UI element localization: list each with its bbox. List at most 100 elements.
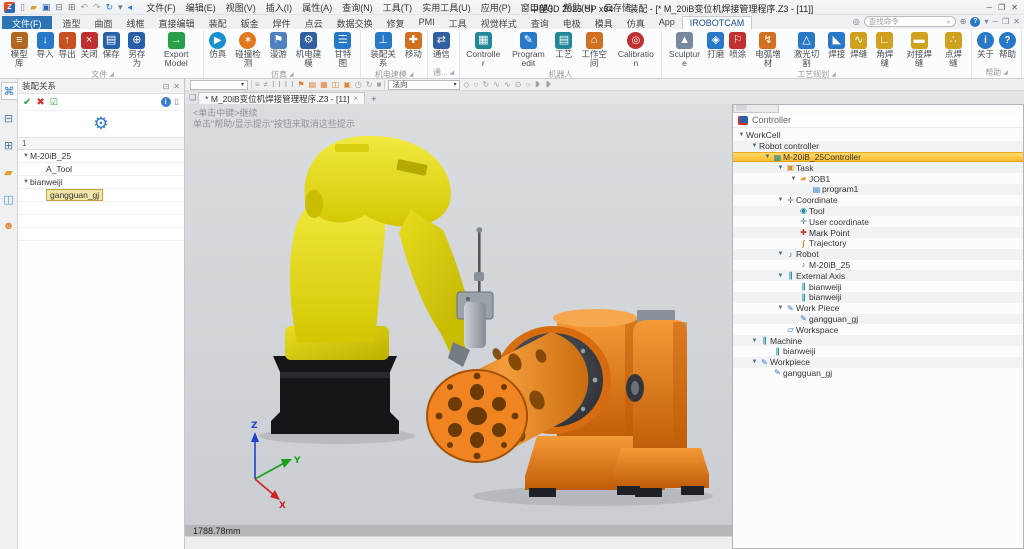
list-item[interactable]: ▼bianweiji [18, 176, 184, 189]
tree-item-Trajectory[interactable]: ∫Trajectory [733, 238, 1023, 249]
menu-item[interactable]: 文件(F) [141, 1, 181, 14]
clamp-a-icon[interactable]: Ⅰ [272, 80, 274, 90]
document-tab[interactable]: * M_20iB变位机焊接管理程序.Z3 - [11] × [198, 92, 365, 104]
tree-item-Robot[interactable]: ▼♪Robot [733, 249, 1023, 260]
ribbon-button-碰撞检测[interactable]: ✶碰撞检测 [229, 31, 267, 69]
history-manager-icon[interactable]: ⊟ [1, 109, 17, 127]
menu-item[interactable]: 应用(P) [476, 1, 516, 14]
tree-item-gangguan_gj[interactable]: ✎gangguan_gj [733, 368, 1023, 379]
close-icon[interactable]: ✕ [173, 82, 180, 91]
restore-button[interactable]: ❐ [998, 3, 1005, 12]
clamp-b-icon[interactable]: Ⅰ [278, 80, 280, 90]
circle-a-icon[interactable]: ⊙ [515, 80, 522, 90]
collapse-toolbar-icon[interactable]: ◂ [127, 2, 134, 12]
ribbon-button-焊接[interactable]: ◣焊接 [826, 31, 847, 60]
group-expander-icon[interactable]: ◢ [1003, 69, 1008, 76]
gear-icon[interactable]: ⚙ [93, 114, 108, 134]
menu-item[interactable]: 插入(I) [261, 1, 298, 14]
tab-点云[interactable]: 点云 [298, 16, 330, 29]
menu-item[interactable]: 属性(A) [297, 1, 337, 14]
ribbon-button-机电建模[interactable]: ⚙机电建模 [290, 31, 328, 69]
ribbon-button-点焊缝[interactable]: ∴点焊缝 [939, 31, 968, 69]
chevron-down-icon[interactable]: ▼ [776, 305, 785, 311]
panel-mini-tab[interactable]: ▒▒▒ [733, 105, 779, 113]
hand-a-icon[interactable]: ❥ [534, 80, 541, 90]
tree-item-M-20iB_25Controller[interactable]: ▼▦M-20iB_25Controller [733, 152, 1023, 163]
ribbon-button-焊缝[interactable]: ∿焊缝 [848, 31, 869, 60]
tab-IROBOTCAM[interactable]: IROBOTCAM [682, 16, 753, 29]
ribbon-button-角焊缝[interactable]: ∟角焊缝 [870, 31, 899, 69]
flag-icon[interactable]: ⚑ [298, 80, 305, 90]
ribbon-button-电弧增材[interactable]: ↯电弧增材 [749, 31, 787, 69]
chevron-down-icon[interactable]: ▼ [763, 154, 772, 160]
pick-face-icon[interactable]: ◇ [463, 80, 469, 90]
ribbon-button-装配关系[interactable]: ⊥装配关系 [364, 31, 401, 69]
tree-item-Workspace[interactable]: ▱Workspace [733, 324, 1023, 335]
print-icon[interactable]: ⊟ [54, 2, 64, 12]
ribbon-button-对接焊缝[interactable]: ▬对接焊缝 [900, 31, 938, 69]
tree-item-Task[interactable]: ▼▣Task [733, 162, 1023, 173]
close-button[interactable]: ✕ [1011, 3, 1018, 12]
ribbon-button-另存为[interactable]: ⊕另存为 [123, 31, 152, 69]
menu-item[interactable]: 工具(T) [378, 1, 418, 14]
image-icon[interactable]: ▦ [320, 80, 328, 90]
list-item[interactable]: A_Tool [18, 163, 184, 176]
tree-item-Coordinate[interactable]: ▼✛Coordinate [733, 195, 1023, 206]
ribbon-button-关于[interactable]: i关于 [975, 31, 996, 60]
menu-item[interactable]: 编辑(E) [181, 1, 221, 14]
tab-工具[interactable]: 工具 [442, 16, 474, 29]
tree-item-bianweiji[interactable]: ∥bianweiji [733, 292, 1023, 303]
user-manager-icon[interactable]: ☻ [1, 217, 17, 235]
tree-item-Machine[interactable]: ▼∥Machine [733, 335, 1023, 346]
ribbon-button-帮助[interactable]: ?帮助 [997, 31, 1018, 60]
chevron-down-icon[interactable]: ▼ [22, 153, 30, 159]
redo-icon[interactable]: ↷ [92, 2, 102, 12]
tree-item-M-20iB_25[interactable]: ♪M-20iB_25 [733, 260, 1023, 271]
tab-线框[interactable]: 线框 [120, 16, 152, 29]
hierarchy-manager-icon[interactable]: ⊞ [1, 136, 17, 154]
doc-restore-button[interactable]: ❐ [1002, 17, 1009, 26]
pin-icon[interactable]: ⊡ [163, 82, 170, 91]
ribbon-button-打磨[interactable]: ◈打磨 [705, 31, 726, 60]
chevron-down-icon[interactable]: ▼ [750, 143, 759, 149]
view-mode-dropdown[interactable]: ▾ [190, 80, 248, 90]
print-preview-icon[interactable]: ⊞ [67, 2, 77, 12]
tab-造型[interactable]: 造型 [56, 16, 88, 29]
chevron-down-icon[interactable]: ▼ [776, 165, 785, 171]
doc-minimize-button[interactable]: ─ [992, 17, 998, 26]
chevron-down-icon[interactable]: ▼ [22, 179, 30, 185]
pick-edge-icon[interactable]: ○ [474, 80, 479, 90]
tree-item-bianweiji[interactable]: ∥bianweiji [733, 346, 1023, 357]
rotate-view-icon[interactable]: ↻ [482, 80, 489, 90]
document-window-icon[interactable]: ❏ [189, 93, 196, 102]
cancel-icon[interactable]: ✖ [36, 97, 44, 108]
minimize-button[interactable]: ─ [986, 3, 992, 12]
sketch-b-icon[interactable]: ∿ [504, 80, 511, 90]
tab-钣金[interactable]: 钣金 [234, 16, 266, 29]
tree-item-Workpiece[interactable]: ▼✎Workpiece [733, 357, 1023, 368]
group-expander-icon[interactable]: ◢ [289, 71, 294, 78]
ribbon-button-移动[interactable]: ✚移动 [403, 31, 424, 60]
menu-item[interactable]: 实用工具(U) [417, 1, 476, 14]
bend-icon[interactable]: ≠ [264, 80, 268, 90]
ribbon-button-漫游[interactable]: ⚑漫游 [268, 31, 289, 60]
report-icon[interactable]: ▯ [175, 97, 179, 107]
loop-icon[interactable]: ↻ [366, 80, 373, 90]
ribbon-button-工作空间[interactable]: ⌂工作空间 [575, 31, 612, 69]
doc-close-button[interactable]: ✕ [1013, 17, 1020, 26]
camera-icon[interactable]: ◫ [332, 80, 340, 90]
tree-item-program1[interactable]: ▤program1 [733, 184, 1023, 195]
viewport-3d[interactable]: <单击中键>继续 单击"帮助/显示提示"按钮来取消这些提示 [185, 104, 1024, 549]
tree-item-User coordinate[interactable]: ✛User coordinate [733, 216, 1023, 227]
ribbon-button-激光切割[interactable]: △激光切割 [788, 31, 826, 69]
tree-item-JOB1[interactable]: ▼▰JOB1 [733, 173, 1023, 184]
ribbon-button-Program edit[interactable]: ✎Program edit [504, 31, 552, 69]
circle-b-icon[interactable]: ○ [525, 80, 530, 90]
chevron-down-icon[interactable]: ▼ [776, 197, 785, 203]
chevron-down-icon[interactable]: ▼ [737, 132, 746, 138]
save-icon[interactable]: ▣ [41, 2, 52, 12]
tab-模具[interactable]: 模具 [588, 16, 620, 29]
tab-装配[interactable]: 装配 [202, 16, 234, 29]
ribbon-button-通信[interactable]: ⇄通信 [431, 31, 452, 60]
tab-查询[interactable]: 查询 [524, 16, 556, 29]
